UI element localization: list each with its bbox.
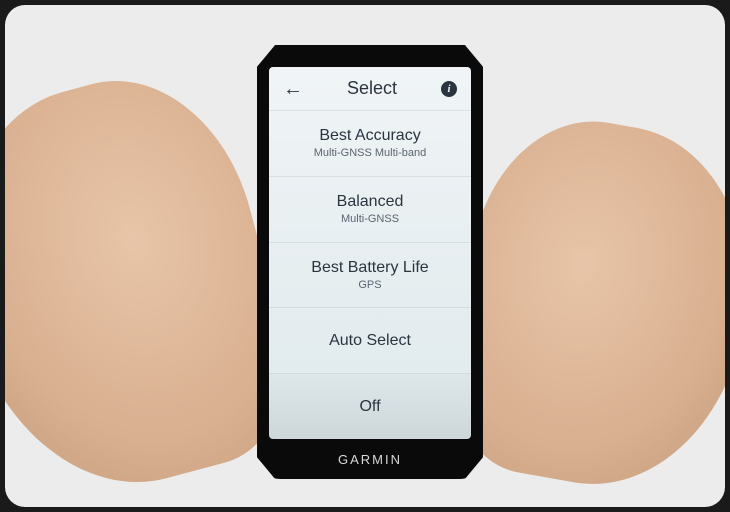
option-off[interactable]: Off: [269, 374, 471, 439]
page-title: Select: [347, 78, 397, 99]
device-screen: ← Select i Best Accuracy Multi-GNSS Mult…: [269, 67, 471, 439]
option-subtitle: Multi-GNSS Multi-band: [314, 147, 426, 160]
option-subtitle: GPS: [358, 279, 381, 292]
option-title: Off: [359, 397, 380, 416]
brand-label: GARMIN: [257, 452, 483, 467]
option-title: Balanced: [337, 192, 404, 211]
option-auto-select[interactable]: Auto Select: [269, 308, 471, 374]
option-title: Best Accuracy: [319, 126, 420, 145]
option-title: Auto Select: [329, 331, 411, 350]
back-arrow-icon[interactable]: ←: [283, 79, 303, 99]
option-best-accuracy[interactable]: Best Accuracy Multi-GNSS Multi-band: [269, 111, 471, 177]
photo-background: ← Select i Best Accuracy Multi-GNSS Mult…: [5, 5, 725, 507]
option-title: Best Battery Life: [311, 258, 428, 277]
garmin-device: ← Select i Best Accuracy Multi-GNSS Mult…: [257, 45, 483, 479]
option-balanced[interactable]: Balanced Multi-GNSS: [269, 177, 471, 243]
info-icon[interactable]: i: [441, 81, 457, 97]
gps-mode-list: Best Accuracy Multi-GNSS Multi-band Bala…: [269, 111, 471, 439]
option-best-battery[interactable]: Best Battery Life GPS: [269, 243, 471, 309]
screen-header: ← Select i: [269, 67, 471, 111]
option-subtitle: Multi-GNSS: [341, 213, 399, 226]
